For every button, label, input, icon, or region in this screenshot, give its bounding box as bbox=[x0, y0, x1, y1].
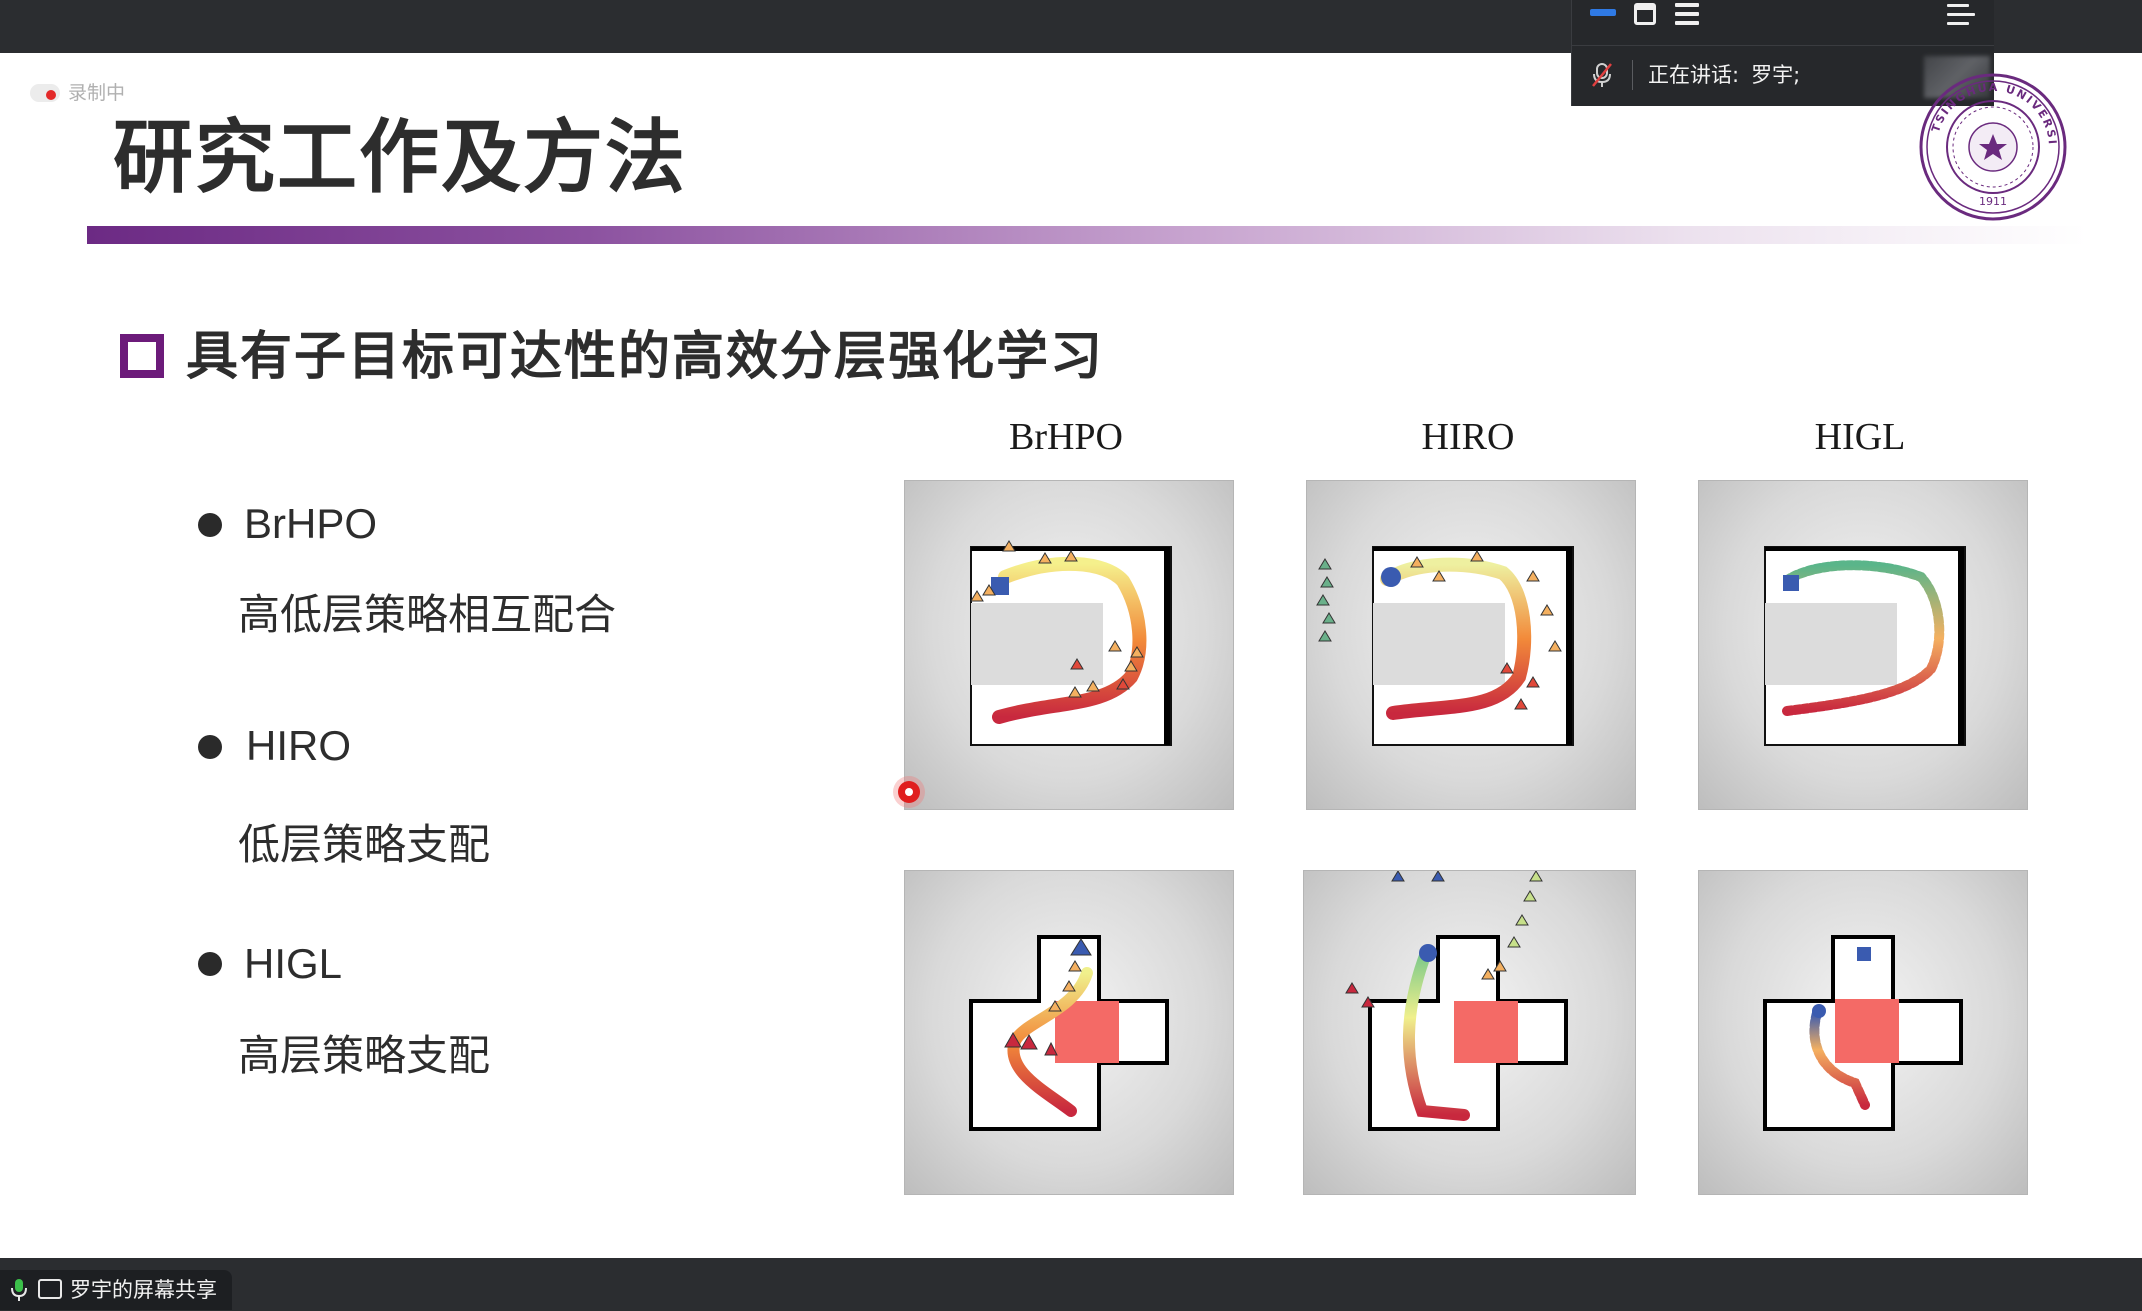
slide-title: 研究工作及方法 bbox=[113, 111, 687, 204]
hiro-umaze-panel bbox=[1306, 480, 1636, 810]
hiro-crossmaze-panel bbox=[1303, 870, 1636, 1195]
method-name-brhpo: BrHPO bbox=[244, 500, 378, 547]
speaking-status: 正在讲话: 罗宇; bbox=[1648, 60, 1812, 90]
brhpo-umaze-trajectory bbox=[970, 540, 1172, 746]
mic-muted-icon[interactable] bbox=[1590, 62, 1614, 88]
higl-umaze-panel bbox=[1698, 480, 2028, 810]
title-underline-bar bbox=[87, 226, 2087, 244]
speaking-label: 正在讲话: bbox=[1648, 63, 1740, 87]
higl-umaze-trajectory bbox=[1764, 546, 1966, 746]
window-icon[interactable] bbox=[1634, 3, 1656, 25]
list-icon[interactable] bbox=[1675, 3, 1699, 25]
figure-column-label: HIGL bbox=[1814, 416, 1906, 458]
screen-share-label: 罗宇的屏幕共享 bbox=[70, 1278, 217, 1302]
method-name-higl: HIGL bbox=[244, 940, 343, 987]
brhpo-umaze-panel bbox=[904, 480, 1234, 810]
method-desc-higl: 高层策略支配 bbox=[238, 1031, 491, 1080]
method-desc-brhpo: 高低层策略相互配合 bbox=[238, 590, 617, 639]
seal-year: 1911 bbox=[1979, 195, 2007, 208]
hiro-umaze-trajectory bbox=[1316, 546, 1574, 746]
bullet-dot bbox=[198, 513, 222, 537]
tsinghua-seal-logo: TSINGHUA UNIVERSITY 1911 bbox=[1918, 72, 2067, 221]
brhpo-crossmaze-panel bbox=[904, 870, 1234, 1195]
collapse-panel-icon[interactable] bbox=[1947, 2, 1975, 28]
hiro-crossmaze-trajectory bbox=[1345, 871, 1568, 1131]
mic-icon bbox=[11, 1279, 27, 1301]
speaking-panel-toolbar bbox=[1572, 0, 1994, 46]
bullet-dot bbox=[198, 952, 222, 976]
higl-crossmaze-trajectory bbox=[1763, 935, 1963, 1131]
figure-column-label: HIRO bbox=[1421, 416, 1515, 458]
method-name-hiro: HIRO bbox=[246, 722, 351, 769]
meeting-bottom-bar bbox=[0, 1258, 2142, 1311]
panel-divider bbox=[1632, 60, 1633, 90]
heading-bullet-square bbox=[120, 334, 164, 378]
bullet-dot bbox=[198, 735, 222, 759]
figure-column-label: BrHPO bbox=[1008, 416, 1124, 458]
method-desc-hiro: 低层策略支配 bbox=[238, 820, 491, 869]
screen-share-icon bbox=[38, 1279, 62, 1299]
section-heading: 具有子目标可达性的高效分层强化学习 bbox=[186, 327, 1105, 387]
speaker-name: 罗宇; bbox=[1751, 63, 1801, 87]
screen-share-tag[interactable]: 罗宇的屏幕共享 bbox=[0, 1270, 232, 1310]
laser-pointer-cursor bbox=[898, 781, 920, 803]
record-dot-icon bbox=[46, 90, 56, 100]
recording-label: 录制中 bbox=[68, 82, 126, 104]
higl-crossmaze-panel bbox=[1698, 870, 2028, 1195]
brhpo-crossmaze-trajectory bbox=[969, 935, 1169, 1131]
minimize-icon[interactable] bbox=[1590, 9, 1616, 16]
